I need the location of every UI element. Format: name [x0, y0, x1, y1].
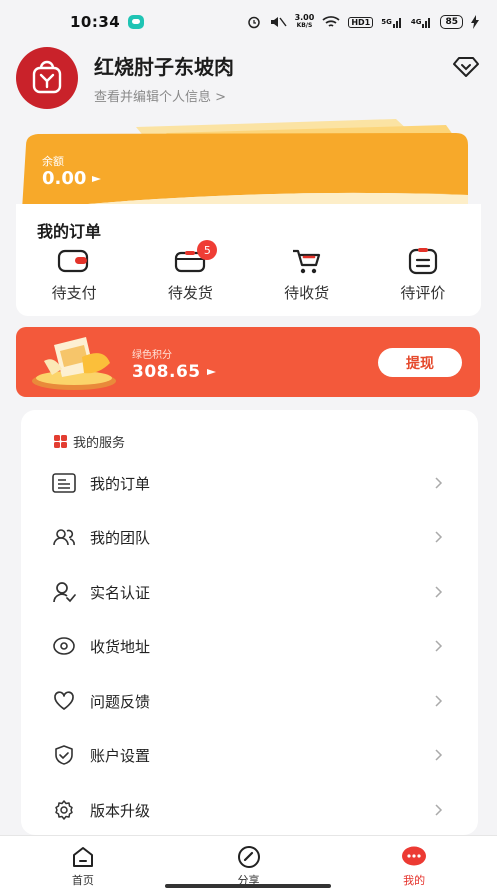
- nav-label: 我的: [403, 874, 426, 887]
- chevron-right-icon: [434, 802, 444, 818]
- order-label: 待收货: [284, 284, 330, 302]
- service-label: 我的订单: [90, 474, 151, 493]
- signal-2-label: 4G: [410, 18, 422, 26]
- wallet-icon: [57, 246, 91, 276]
- service-item-orders[interactable]: 我的订单: [21, 458, 478, 508]
- charging-icon: [471, 15, 479, 29]
- service-item-upgrade[interactable]: 版本升级: [21, 785, 478, 835]
- balance-card[interactable]: 余额 0.00: [16, 115, 481, 210]
- points-value-row: 308.65: [132, 362, 217, 382]
- badge-count: 5: [197, 240, 218, 260]
- wifi-icon: [322, 15, 340, 29]
- status-time: 10:34: [70, 13, 121, 31]
- balance-card-background: [22, 119, 468, 210]
- chevron-right-icon: [434, 638, 444, 654]
- location-icon: [52, 634, 76, 658]
- net-speed-unit: KB/S: [296, 22, 313, 29]
- order-status-list: 待支付 5 待发货 待收货 待评价: [16, 240, 481, 303]
- nav-label: 首页: [71, 874, 94, 887]
- team-icon: [52, 525, 76, 549]
- signal-icon-1: 5G: [381, 16, 403, 28]
- orders-title: 我的订单: [37, 222, 102, 241]
- service-item-account-settings[interactable]: 账户设置: [21, 730, 478, 780]
- bottom-nav: 首页 分享 我的: [0, 835, 497, 891]
- comment-icon: [406, 246, 440, 276]
- verify-user-icon: [52, 580, 76, 604]
- signal-icon-2: 4G: [411, 16, 433, 28]
- play-arrow-icon: [92, 175, 102, 182]
- net-speed: 3.00 KB/S: [295, 14, 315, 30]
- profile-header[interactable]: 红烧肘子东坡肉 查看并编辑个人信息 >: [16, 47, 481, 109]
- heart-icon: [52, 689, 76, 713]
- balance-value: 0.00: [42, 168, 87, 189]
- order-label: 待评价: [400, 284, 446, 302]
- chevron-right-icon: [434, 529, 444, 545]
- vip-diamond-button[interactable]: [451, 52, 481, 82]
- service-item-feedback[interactable]: 问题反馈: [21, 676, 478, 726]
- chevron-right-icon: [434, 747, 444, 763]
- service-label: 收货地址: [90, 637, 151, 656]
- my-services-card: 我的服务 我的订单 我的团队 实名认证 收货地址 问题反馈 账户设置 版本升级: [21, 410, 478, 835]
- withdraw-button[interactable]: 提现: [378, 348, 462, 377]
- profile-text: 红烧肘子东坡肉 查看并编辑个人信息 >: [94, 51, 234, 105]
- battery-level: 85: [440, 15, 463, 29]
- shield-icon: [52, 743, 76, 767]
- points-value: 308.65: [132, 362, 201, 382]
- gear-icon: [52, 798, 76, 822]
- signal-1-label: 5G: [381, 18, 392, 26]
- service-item-verify[interactable]: 实名认证: [21, 567, 478, 617]
- order-pending-payment[interactable]: 待支付: [16, 246, 132, 303]
- coins-illustration-icon: [32, 337, 116, 390]
- status-icons: 3.00 KB/S HD1 5G 4G 85: [247, 14, 479, 30]
- user-name: 红烧肘子东坡肉: [94, 55, 234, 79]
- service-label: 我的团队: [90, 528, 151, 547]
- play-arrow-icon: [206, 369, 216, 375]
- box-icon: 5: [173, 240, 218, 276]
- service-label: 版本升级: [90, 801, 151, 820]
- gauge-icon: [236, 845, 262, 869]
- balance-value-row: 0.00: [42, 168, 102, 189]
- balance-label: 余额: [42, 155, 64, 168]
- service-label: 问题反馈: [90, 692, 151, 711]
- order-pending-receipt[interactable]: 待收货: [249, 246, 365, 303]
- grid-icon: [54, 435, 67, 448]
- service-label: 实名认证: [90, 583, 151, 602]
- order-pending-review[interactable]: 待评价: [365, 246, 481, 303]
- nav-home[interactable]: 首页: [0, 836, 166, 891]
- home-indicator[interactable]: [165, 884, 331, 888]
- status-bar: 10:34 3.00 KB/S HD1 5G 4G 85: [0, 0, 497, 44]
- order-pending-shipment[interactable]: 5 待发货: [132, 240, 248, 303]
- shopping-bag-logo-icon: [32, 60, 62, 94]
- green-points-card[interactable]: 绿色积分 308.65 提现: [16, 327, 480, 397]
- chevron-right-icon: [434, 693, 444, 709]
- net-speed-value: 3.00: [294, 13, 315, 22]
- chat-notification-icon: [128, 15, 145, 29]
- service-item-address[interactable]: 收货地址: [21, 621, 478, 671]
- cart-icon: [290, 246, 324, 276]
- services-header: 我的服务: [54, 432, 125, 451]
- home-icon: [70, 845, 96, 869]
- chevron-right-icon: [434, 584, 444, 600]
- chat-bubble-icon: [401, 845, 427, 869]
- nav-mine[interactable]: 我的: [331, 836, 497, 891]
- order-label: 待发货: [167, 284, 213, 302]
- hd-badge: HD1: [348, 16, 374, 28]
- alarm-icon: [247, 15, 261, 29]
- avatar[interactable]: [16, 47, 78, 109]
- service-item-team[interactable]: 我的团队: [21, 512, 478, 562]
- points-label: 绿色积分: [132, 350, 172, 361]
- my-orders-card: 我的订单 待支付 5 待发货 待收货 待评价: [16, 204, 481, 316]
- order-list-icon: [52, 471, 76, 495]
- order-label: 待支付: [51, 284, 97, 302]
- edit-profile-link[interactable]: 查看并编辑个人信息 >: [94, 86, 234, 105]
- mute-icon: [269, 16, 287, 28]
- nav-share[interactable]: 分享: [166, 836, 332, 891]
- service-label: 账户设置: [90, 746, 151, 765]
- services-title: 我的服务: [73, 436, 126, 451]
- chevron-right-icon: [434, 475, 444, 491]
- diamond-icon: [453, 57, 479, 77]
